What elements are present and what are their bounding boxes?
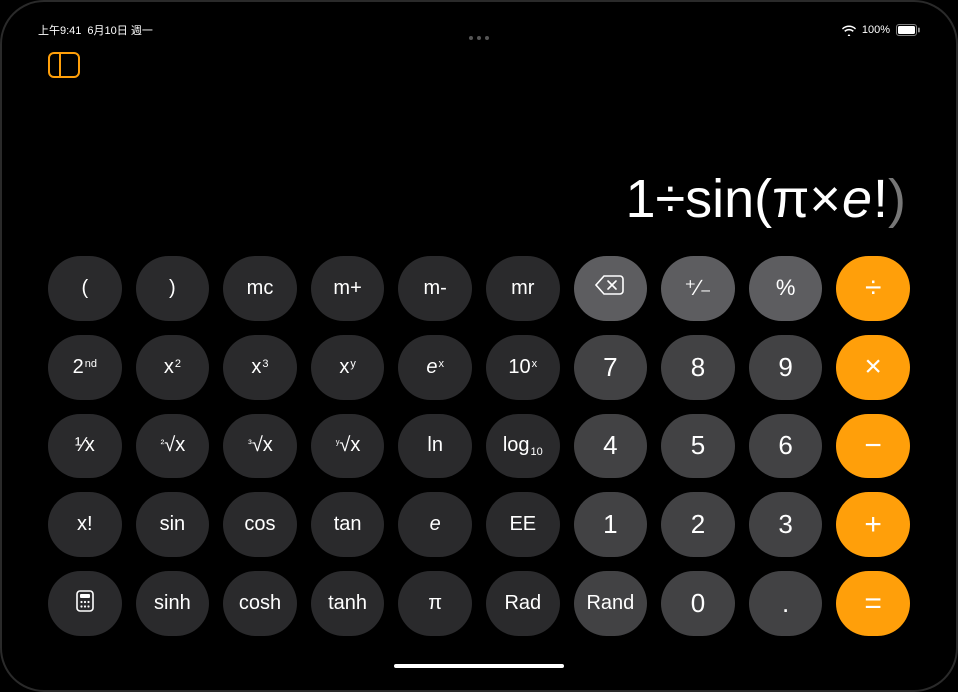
key-plus[interactable]: +	[836, 492, 910, 557]
key-e[interactable]: e	[398, 492, 472, 557]
key-e-power-x[interactable]: ex	[398, 335, 472, 400]
key-2nd[interactable]: 2nd	[48, 335, 122, 400]
key-pi[interactable]: π	[398, 571, 472, 636]
key-left-paren[interactable]: (	[48, 256, 122, 321]
key-multiply[interactable]: ×	[836, 335, 910, 400]
battery-icon	[896, 24, 920, 36]
key-6[interactable]: 6	[749, 414, 823, 479]
key-x-power-y[interactable]: xy	[311, 335, 385, 400]
panel-toggle-icon[interactable]	[48, 52, 80, 78]
backspace-icon	[595, 275, 625, 301]
key-mr[interactable]: mr	[486, 256, 560, 321]
status-time: 上午9:41	[38, 22, 81, 38]
key-9[interactable]: 9	[749, 335, 823, 400]
key-8[interactable]: 8	[661, 335, 735, 400]
key-2[interactable]: 2	[661, 492, 735, 557]
key-rad[interactable]: Rad	[486, 571, 560, 636]
key-7[interactable]: 7	[574, 335, 648, 400]
key-reciprocal[interactable]: ¹∕x	[48, 414, 122, 479]
key-yroot[interactable]: ʸ√x	[311, 414, 385, 479]
key-4[interactable]: 4	[574, 414, 648, 479]
key-sin[interactable]: sin	[136, 492, 210, 557]
key-3[interactable]: 3	[749, 492, 823, 557]
key-m-minus[interactable]: m-	[398, 256, 472, 321]
ipad-device-frame: 上午9:41 6月10日 週一 100% 1÷sin(π×e!)	[0, 0, 958, 692]
key-tanh[interactable]: tanh	[311, 571, 385, 636]
key-x-squared[interactable]: x2	[136, 335, 210, 400]
key-cosh[interactable]: cosh	[223, 571, 297, 636]
calc-display: 1÷sin(π×e!)	[18, 42, 940, 246]
key-plus-minus[interactable]: ⁺∕₋	[661, 256, 735, 321]
key-5[interactable]: 5	[661, 414, 735, 479]
status-bar: 上午9:41 6月10日 週一 100%	[18, 18, 940, 42]
wifi-icon	[842, 25, 856, 36]
home-indicator[interactable]	[394, 664, 564, 668]
key-ee[interactable]: EE	[486, 492, 560, 557]
display-seg-3: !	[873, 168, 888, 230]
battery-percent: 100%	[862, 24, 890, 36]
key-equals[interactable]: =	[836, 571, 910, 636]
status-left: 上午9:41 6月10日 週一	[38, 22, 153, 38]
key-ln[interactable]: ln	[398, 414, 472, 479]
key-tan[interactable]: tan	[311, 492, 385, 557]
screen: 上午9:41 6月10日 週一 100% 1÷sin(π×e!)	[18, 18, 940, 674]
multitask-dots[interactable]	[469, 36, 489, 40]
key-factorial[interactable]: x!	[48, 492, 122, 557]
key-mc[interactable]: mc	[223, 256, 297, 321]
key-minus[interactable]: −	[836, 414, 910, 479]
key-sinh[interactable]: sinh	[136, 571, 210, 636]
key-1[interactable]: 1	[574, 492, 648, 557]
key-cbrt[interactable]: ³√x	[223, 414, 297, 479]
display-seg-close: )	[888, 168, 906, 230]
key-rand[interactable]: Rand	[574, 571, 648, 636]
display-expression: 1÷sin(π×e!)	[625, 168, 906, 230]
key-x-cubed[interactable]: x3	[223, 335, 297, 400]
display-seg-e: e	[841, 168, 873, 230]
calculator-mode-icon	[73, 589, 97, 619]
key-log10[interactable]: log10	[486, 414, 560, 479]
key-calc-mode[interactable]	[48, 571, 122, 636]
key-cos[interactable]: cos	[223, 492, 297, 557]
key-backspace[interactable]	[574, 256, 648, 321]
key-0[interactable]: 0	[661, 571, 735, 636]
keypad: ( ) mc m+ m- mr ⁺∕₋ % ÷ 2nd x2 x3 xy ex …	[18, 246, 940, 674]
key-right-paren[interactable]: )	[136, 256, 210, 321]
display-seg-1: 1÷sin(π×	[625, 168, 840, 230]
key-divide[interactable]: ÷	[836, 256, 910, 321]
status-date: 6月10日 週一	[87, 22, 152, 38]
key-decimal[interactable]: .	[749, 571, 823, 636]
key-m-plus[interactable]: m+	[311, 256, 385, 321]
key-10-power-x[interactable]: 10x	[486, 335, 560, 400]
status-right: 100%	[842, 24, 920, 36]
key-sqrt[interactable]: ²√x	[136, 414, 210, 479]
key-percent[interactable]: %	[749, 256, 823, 321]
